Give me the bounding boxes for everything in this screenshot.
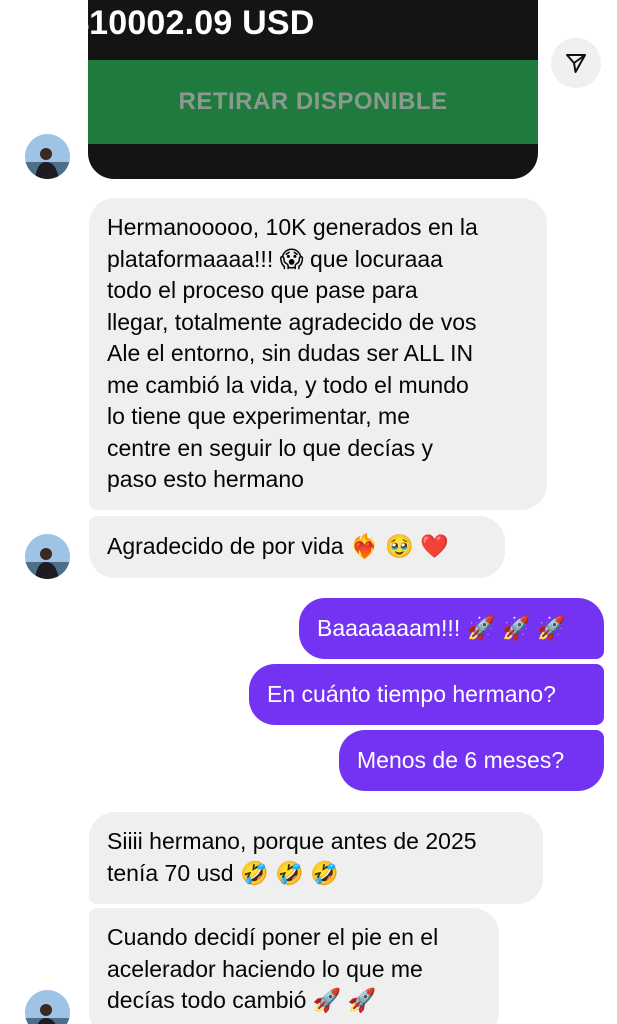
message-text: todo el proceso que pase para <box>107 277 418 303</box>
outgoing-message[interactable]: En cuánto tiempo hermano? <box>249 664 604 725</box>
message-text: Baaaaaaam!!! 🚀 🚀 🚀 <box>317 614 566 641</box>
balance-amount: $10002.09 USD <box>88 4 315 42</box>
message-text: Agradecido de por vida ❤️‍🔥 🥹 ❤️ <box>107 533 449 560</box>
incoming-message[interactable]: Hermanooooo, 10K generados en la platafo… <box>89 198 547 510</box>
incoming-message[interactable]: Cuando decidí poner el pie en el acelera… <box>89 908 499 1024</box>
message-text: Siiii hermano, porque antes de 2025 <box>107 828 477 854</box>
incoming-message[interactable]: Siiii hermano, porque antes de 2025 tení… <box>89 812 543 904</box>
message-text: me cambió la vida, y todo el mundo <box>107 371 469 398</box>
contact-avatar[interactable] <box>25 134 70 179</box>
message-text: paso esto hermano <box>107 466 304 492</box>
message-text: plataformaaaa!!! 😱 que locuraaa <box>107 245 443 272</box>
message-text: Menos de 6 meses? <box>357 746 565 773</box>
withdraw-button[interactable]: RETIRAR DISPONIBLE <box>88 60 538 144</box>
contact-avatar[interactable] <box>25 990 70 1024</box>
outgoing-message[interactable]: Baaaaaaam!!! 🚀 🚀 🚀 <box>299 598 604 659</box>
message-text: centre en seguir lo que decías y <box>107 434 434 461</box>
message-text: decías todo cambió 🚀 🚀 <box>107 987 377 1013</box>
contact-avatar[interactable] <box>25 534 70 579</box>
message-text: En cuánto tiempo hermano? <box>267 680 556 707</box>
send-icon <box>566 54 586 73</box>
share-button[interactable] <box>551 38 601 88</box>
outgoing-message[interactable]: Menos de 6 meses? <box>339 730 604 791</box>
message-text: acelerador haciendo lo que me <box>107 955 423 982</box>
incoming-message[interactable]: Agradecido de por vida ❤️‍🔥 🥹 ❤️ <box>89 516 505 578</box>
message-text: Cuando decidí poner el pie en el <box>107 924 439 950</box>
message-text: lo tiene que experimentar, me <box>107 403 411 429</box>
message-text: tenía 70 usd 🤣 🤣 🤣 <box>107 859 339 886</box>
message-text: Hermanooooo, 10K generados en la <box>107 214 478 240</box>
message-text: llegar, totalmente agradecido de vos <box>107 308 477 335</box>
shared-post-card[interactable]: $10002.09 USD RETIRAR DISPONIBLE <box>88 0 538 179</box>
message-text: Ale el entorno, sin dudas ser ALL IN <box>107 340 474 366</box>
